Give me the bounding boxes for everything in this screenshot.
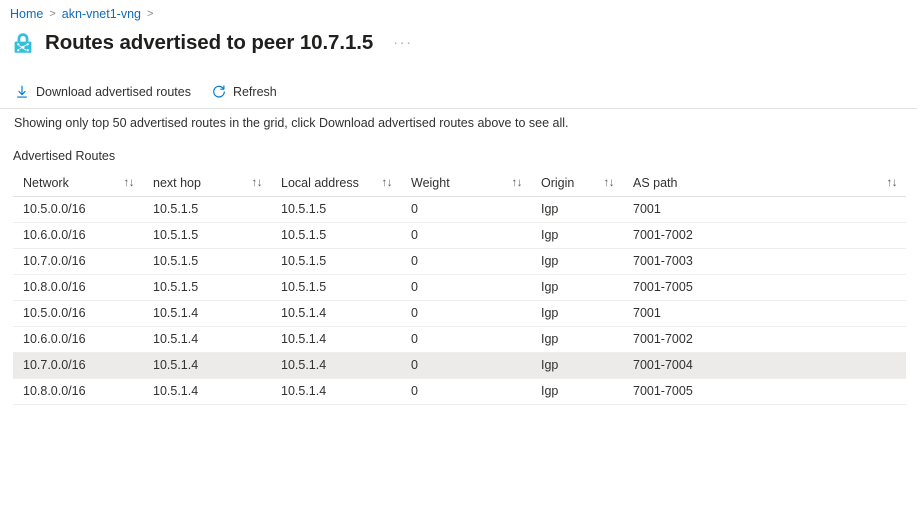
cell-weight: 0 bbox=[401, 274, 531, 301]
sort-toggle-icon-origin[interactable]: ↑↓ bbox=[604, 177, 615, 189]
refresh-button[interactable]: Refresh bbox=[207, 79, 285, 105]
sort-toggle-icon-network[interactable]: ↑↓ bbox=[124, 177, 135, 189]
cell-next_hop: 10.5.1.5 bbox=[143, 222, 271, 249]
column-header-weight[interactable]: Weight ↑↓ bbox=[401, 170, 531, 197]
table-row[interactable]: 10.8.0.0/16 10.5.1.5 10.5.1.5 0 Igp 7001-7005 bbox=[13, 274, 906, 301]
table-row[interactable]: 10.7.0.0/16 10.5.1.4 10.5.1.4 0 Igp 7001-7004 bbox=[13, 352, 906, 379]
column-header-weight-label: Weight bbox=[411, 175, 450, 190]
cell-local_address: 10.5.1.5 bbox=[271, 274, 401, 301]
column-header-origin[interactable]: Origin ↑↓ bbox=[531, 170, 623, 197]
page-header: Routes advertised to peer 10.7.1.5 ··· bbox=[10, 28, 417, 58]
breadcrumb-separator-icon: > bbox=[49, 8, 56, 20]
cell-local_address: 10.5.1.4 bbox=[271, 352, 401, 379]
table-row[interactable]: 10.5.0.0/16 10.5.1.5 10.5.1.5 0 Igp 7001 bbox=[13, 196, 906, 223]
cell-as_path: 7001-7002 bbox=[623, 222, 906, 249]
column-header-local-address-label: Local address bbox=[281, 175, 359, 190]
routes-table: Network ↑↓ next hop ↑↓ Local address ↑↓ … bbox=[13, 170, 906, 405]
cell-network: 10.5.0.0/16 bbox=[13, 300, 143, 327]
column-header-origin-label: Origin bbox=[541, 175, 575, 190]
table-header: Network ↑↓ next hop ↑↓ Local address ↑↓ … bbox=[13, 170, 906, 197]
cell-next_hop: 10.5.1.5 bbox=[143, 248, 271, 275]
sort-toggle-icon-weight[interactable]: ↑↓ bbox=[512, 177, 523, 189]
command-bar-divider bbox=[0, 108, 917, 109]
cell-next_hop: 10.5.1.4 bbox=[143, 326, 271, 353]
cell-next_hop: 10.5.1.4 bbox=[143, 300, 271, 327]
advertised-routes-label: Advertised Routes bbox=[13, 149, 116, 163]
command-bar: Download advertised routes Refresh bbox=[10, 79, 293, 105]
cell-weight: 0 bbox=[401, 326, 531, 353]
table-body: 10.5.0.0/16 10.5.1.5 10.5.1.5 0 Igp 7001 10.6.… bbox=[13, 196, 906, 405]
cell-origin: Igp bbox=[531, 222, 623, 249]
column-header-local-address[interactable]: Local address ↑↓ bbox=[271, 170, 401, 197]
page-title: Routes advertised to peer 10.7.1.5 bbox=[45, 31, 374, 54]
cell-local_address: 10.5.1.5 bbox=[271, 196, 401, 223]
cell-network: 10.8.0.0/16 bbox=[13, 378, 143, 405]
table-header-row: Network ↑↓ next hop ↑↓ Local address ↑↓ … bbox=[13, 170, 906, 197]
cell-origin: Igp bbox=[531, 326, 623, 353]
column-header-network-label: Network bbox=[23, 175, 69, 190]
cell-origin: Igp bbox=[531, 378, 623, 405]
vpn-gateway-lock-icon bbox=[10, 30, 36, 56]
table-row[interactable]: 10.6.0.0/16 10.5.1.5 10.5.1.5 0 Igp 7001-7002 bbox=[13, 222, 906, 249]
cell-as_path: 7001 bbox=[623, 300, 906, 327]
download-advertised-routes-label: Download advertised routes bbox=[36, 85, 191, 99]
cell-weight: 0 bbox=[401, 300, 531, 327]
column-header-next-hop[interactable]: next hop ↑↓ bbox=[143, 170, 271, 197]
table-row[interactable]: 10.6.0.0/16 10.5.1.4 10.5.1.4 0 Igp 7001-7002 bbox=[13, 326, 906, 353]
column-header-network[interactable]: Network ↑↓ bbox=[13, 170, 143, 197]
cell-weight: 0 bbox=[401, 222, 531, 249]
cell-next_hop: 10.5.1.4 bbox=[143, 352, 271, 379]
cell-as_path: 7001-7005 bbox=[623, 274, 906, 301]
advertised-routes-grid: Network ↑↓ next hop ↑↓ Local address ↑↓ … bbox=[13, 170, 906, 405]
refresh-icon bbox=[211, 84, 227, 100]
cell-local_address: 10.5.1.5 bbox=[271, 248, 401, 275]
sort-toggle-icon-next-hop[interactable]: ↑↓ bbox=[252, 177, 263, 189]
cell-as_path: 7001-7002 bbox=[623, 326, 906, 353]
cell-next_hop: 10.5.1.5 bbox=[143, 274, 271, 301]
sort-toggle-icon-as-path[interactable]: ↑↓ bbox=[887, 177, 898, 189]
cell-local_address: 10.5.1.4 bbox=[271, 378, 401, 405]
breadcrumb: Home > akn-vnet1-vng > bbox=[10, 5, 159, 23]
table-row[interactable]: 10.8.0.0/16 10.5.1.4 10.5.1.4 0 Igp 7001-7005 bbox=[13, 378, 906, 405]
cell-next_hop: 10.5.1.4 bbox=[143, 378, 271, 405]
cell-origin: Igp bbox=[531, 300, 623, 327]
breadcrumb-separator-icon-2: > bbox=[147, 8, 154, 20]
column-header-as-path[interactable]: AS path ↑↓ bbox=[623, 170, 906, 197]
cell-network: 10.7.0.0/16 bbox=[13, 248, 143, 275]
breadcrumb-item-home[interactable]: Home bbox=[10, 5, 43, 23]
cell-weight: 0 bbox=[401, 196, 531, 223]
page-root: Home > akn-vnet1-vng > Routes advertised… bbox=[0, 0, 917, 521]
cell-weight: 0 bbox=[401, 352, 531, 379]
cell-as_path: 7001-7004 bbox=[623, 352, 906, 379]
cell-as_path: 7001-7003 bbox=[623, 248, 906, 275]
cell-origin: Igp bbox=[531, 248, 623, 275]
cell-weight: 0 bbox=[401, 378, 531, 405]
cell-network: 10.6.0.0/16 bbox=[13, 222, 143, 249]
column-header-as-path-label: AS path bbox=[633, 175, 678, 190]
download-advertised-routes-button[interactable]: Download advertised routes bbox=[10, 79, 199, 105]
cell-local_address: 10.5.1.5 bbox=[271, 222, 401, 249]
breadcrumb-item-akn-vnet1-vng[interactable]: akn-vnet1-vng bbox=[62, 5, 141, 23]
column-header-next-hop-label: next hop bbox=[153, 175, 201, 190]
top-routes-notice: Showing only top 50 advertised routes in… bbox=[14, 116, 569, 130]
cell-origin: Igp bbox=[531, 196, 623, 223]
cell-origin: Igp bbox=[531, 274, 623, 301]
cell-network: 10.8.0.0/16 bbox=[13, 274, 143, 301]
cell-local_address: 10.5.1.4 bbox=[271, 326, 401, 353]
table-row[interactable]: 10.7.0.0/16 10.5.1.5 10.5.1.5 0 Igp 7001-7003 bbox=[13, 248, 906, 275]
download-icon bbox=[14, 84, 30, 100]
refresh-label: Refresh bbox=[232, 85, 277, 99]
cell-weight: 0 bbox=[401, 248, 531, 275]
cell-network: 10.7.0.0/16 bbox=[13, 352, 143, 379]
cell-local_address: 10.5.1.4 bbox=[271, 300, 401, 327]
cell-as_path: 7001 bbox=[623, 196, 906, 223]
cell-network: 10.6.0.0/16 bbox=[13, 326, 143, 353]
sort-toggle-icon-local-address[interactable]: ↑↓ bbox=[382, 177, 393, 189]
cell-as_path: 7001-7005 bbox=[623, 378, 906, 405]
more-options-button[interactable]: ··· bbox=[389, 34, 417, 52]
cell-origin: Igp bbox=[531, 352, 623, 379]
cell-network: 10.5.0.0/16 bbox=[13, 196, 143, 223]
table-row[interactable]: 10.5.0.0/16 10.5.1.4 10.5.1.4 0 Igp 7001 bbox=[13, 300, 906, 327]
cell-next_hop: 10.5.1.5 bbox=[143, 196, 271, 223]
